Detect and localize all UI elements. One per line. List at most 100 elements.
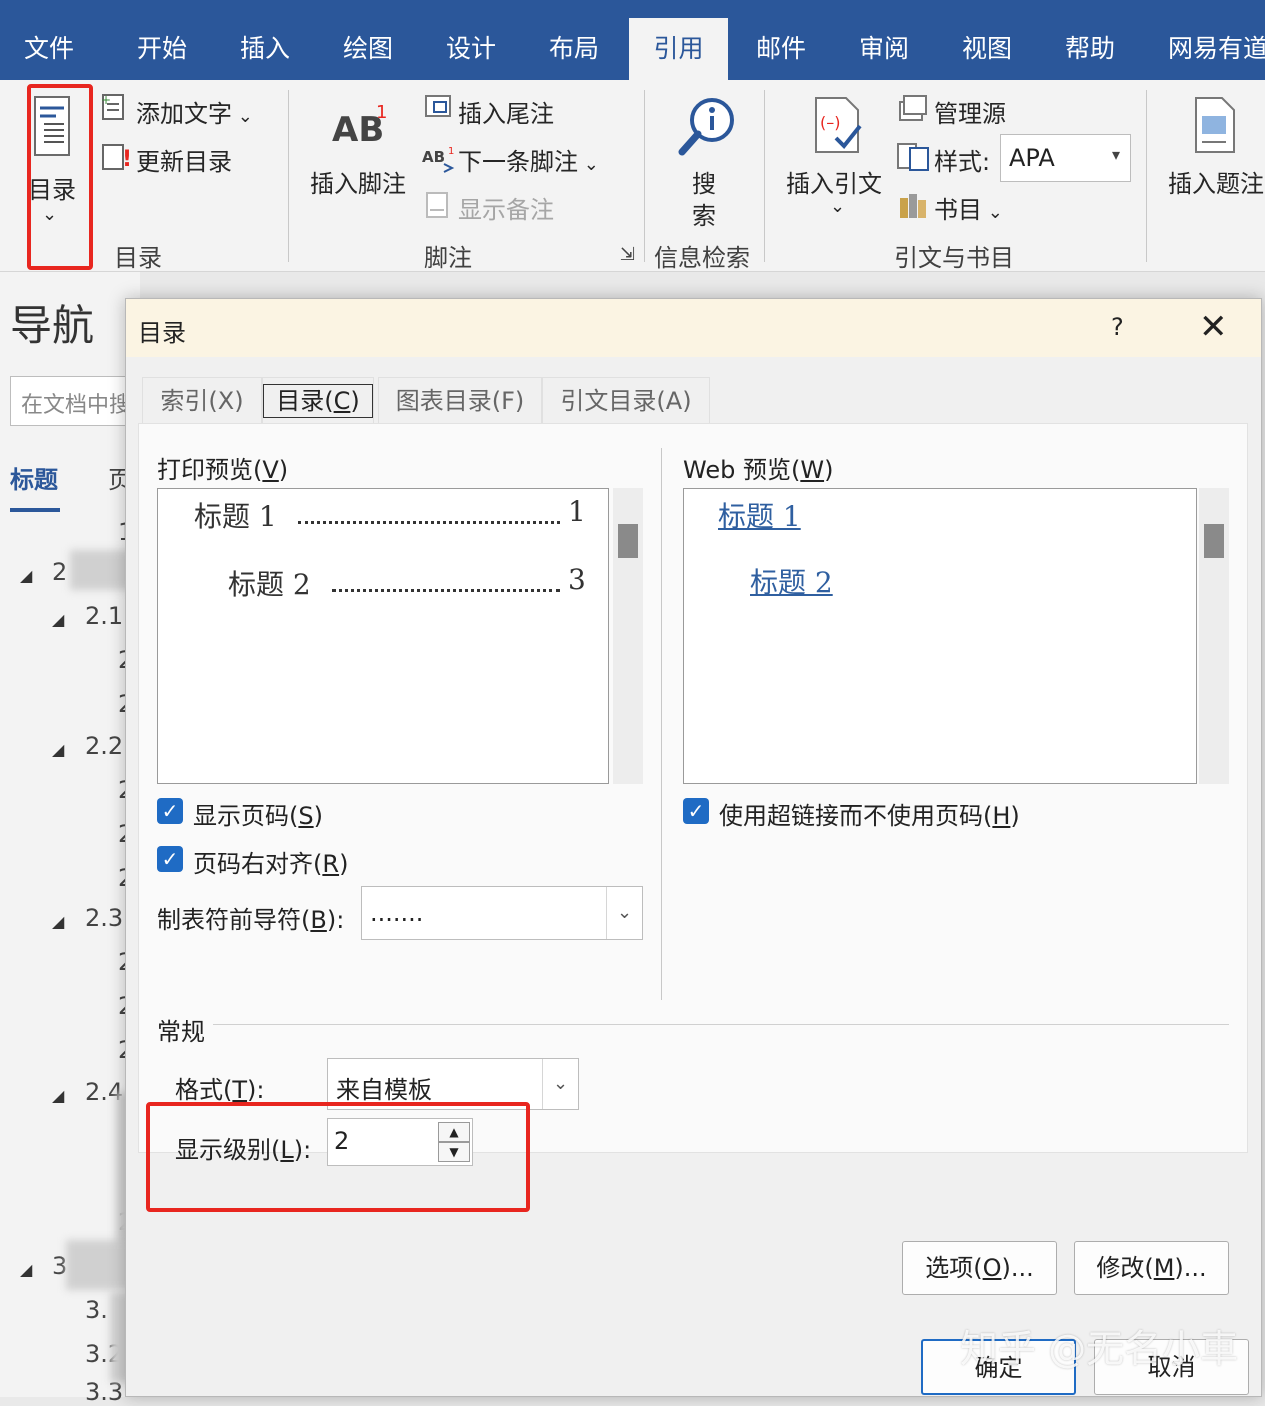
access-key: W	[800, 456, 825, 484]
next-footnote-label: 下一条脚注	[458, 148, 578, 176]
add-text-label: 添加文字	[136, 100, 232, 128]
insert-footnote-label: 插入脚注	[310, 170, 406, 198]
tab-home[interactable]: 开始	[137, 0, 187, 80]
tab-mailings[interactable]: 邮件	[756, 0, 806, 80]
tab-file[interactable]: 文件	[24, 0, 74, 80]
nav-heading-node[interactable]: 2.3	[85, 904, 123, 932]
tab-view[interactable]: 视图	[962, 0, 1012, 80]
options-button[interactable]: 选项(O)...	[902, 1241, 1057, 1295]
web-preview-link[interactable]: 标题 1	[718, 495, 801, 535]
tab-youdao[interactable]: 网易有道	[1168, 0, 1265, 80]
tab-index[interactable]: 索引(X)	[142, 377, 262, 423]
manage-sources-button[interactable]: 管理源	[934, 94, 1006, 129]
tab-leader-dropdown[interactable]: ....... ⌄	[361, 886, 643, 940]
ribbon: 目录 ⌄ + 添加文字 ⌄ ! 更新目录 目录 AB 1 插入脚注 插入尾注 A…	[0, 80, 1265, 272]
add-text-icon: +	[100, 92, 126, 120]
button-text: 修改(	[1096, 1254, 1154, 1282]
help-button[interactable]: ?	[1111, 313, 1124, 341]
update-toc-button[interactable]: 更新目录	[136, 142, 232, 177]
collapse-arrow-icon[interactable]: ◢	[52, 610, 64, 629]
right-align-checkbox[interactable]: ✓	[157, 846, 183, 872]
chevron-down-icon: ⌄	[606, 887, 642, 939]
label-text: )	[339, 850, 349, 878]
button-text: 选项(	[925, 1254, 983, 1282]
tab-design[interactable]: 设计	[446, 0, 496, 80]
show-page-numbers-checkbox[interactable]: ✓	[157, 798, 183, 824]
nav-heading-node[interactable]: 2.2	[85, 732, 123, 760]
access-key: O	[982, 1254, 1002, 1282]
style-value: APA	[1009, 144, 1055, 172]
tab-authorities[interactable]: 引文目录(A)	[542, 377, 710, 423]
add-text-button[interactable]: 添加文字 ⌄	[136, 94, 253, 129]
insert-citation-icon: (–)	[815, 97, 862, 153]
collapse-arrow-icon[interactable]: ◢	[20, 566, 32, 585]
collapse-arrow-icon[interactable]: ◢	[52, 1086, 64, 1105]
close-icon[interactable]: ✕	[1199, 307, 1228, 347]
insert-caption-label: 插入题注	[1168, 170, 1264, 198]
nav-heading-node[interactable]: 3.	[85, 1296, 108, 1324]
manage-sources-icon	[898, 94, 927, 122]
nav-heading-node[interactable]: 2	[52, 558, 67, 586]
nav-heading-node[interactable]: 3	[52, 1252, 67, 1280]
svg-text:(–): (–)	[820, 113, 840, 132]
tab-references[interactable]: 引用	[629, 18, 728, 80]
ribbon-separator	[288, 90, 289, 262]
bibliography-button[interactable]: 书目 ⌄	[934, 190, 1003, 225]
right-align-label: 页码右对齐(R)	[193, 844, 348, 879]
tab-insert[interactable]: 插入	[240, 0, 290, 80]
web-preview-link[interactable]: 标题 2	[750, 561, 833, 601]
print-preview-scrollbar[interactable]	[613, 488, 643, 784]
insert-footnote-button[interactable]: AB 1 插入脚注	[306, 100, 416, 200]
style-dropdown[interactable]: APA ▾	[1000, 134, 1131, 182]
tab-draw[interactable]: 绘图	[343, 0, 393, 80]
show-page-numbers-label: 显示页码(S)	[193, 796, 323, 831]
svg-text:+: +	[101, 93, 111, 107]
bibliography-label: 书目	[934, 196, 982, 224]
search-label-2: 索	[692, 202, 716, 230]
tab-leader-value: .......	[370, 899, 424, 927]
nav-heading-node[interactable]: 2.1	[85, 602, 123, 630]
tab-layout[interactable]: 布局	[549, 0, 599, 80]
tab-help[interactable]: 帮助	[1065, 0, 1115, 80]
nav-heading-node[interactable]: 3.3	[85, 1378, 123, 1406]
modify-button[interactable]: 修改(M)...	[1074, 1241, 1229, 1295]
use-hyperlinks-checkbox[interactable]: ✓	[683, 798, 709, 824]
print-preview-label: 打印预览(V)	[157, 450, 288, 485]
svg-text:1: 1	[448, 146, 454, 157]
scrollbar-thumb[interactable]	[618, 524, 638, 558]
collapse-arrow-icon[interactable]: ◢	[52, 912, 64, 931]
tab-review[interactable]: 审阅	[859, 0, 909, 80]
use-hyperlinks-label: 使用超链接而不使用页码(H)	[719, 796, 1020, 831]
tab-toc-text: 目录(	[276, 387, 334, 415]
general-divider	[213, 1024, 1229, 1025]
next-footnote-button[interactable]: 下一条脚注 ⌄	[458, 142, 599, 177]
collapse-arrow-icon[interactable]: ◢	[52, 740, 64, 759]
insert-citation-label: 插入引文	[786, 170, 882, 198]
panel-divider	[661, 448, 662, 1000]
access-key: V	[262, 456, 279, 484]
print-preview-box[interactable]: 标题 1 1 标题 2 3	[157, 488, 609, 784]
web-preview-box[interactable]: 标题 1 标题 2	[683, 488, 1197, 784]
print-preview-entry: 标题 2	[228, 568, 311, 601]
access-key: H	[992, 802, 1011, 830]
show-notes-icon	[424, 190, 450, 218]
print-preview-entry: 标题 1	[194, 500, 277, 533]
button-text: )...	[1001, 1254, 1034, 1282]
dialog-launcher-icon[interactable]: ⇲	[620, 244, 635, 265]
label-text: )	[313, 802, 323, 830]
insert-caption-button[interactable]: 插入题注	[1164, 96, 1265, 206]
chevron-down-icon: ⌄	[542, 1059, 578, 1109]
insert-citation-button[interactable]: (–) 插入引文 ⌄	[782, 96, 888, 226]
scrollbar-thumb[interactable]	[1204, 524, 1224, 558]
tab-toc[interactable]: 目录(C)	[262, 377, 374, 423]
navigation-pane: 导航 在文档中搜 标题 页 1 ◢ 2 ◢ 2.1 2 2 ◢ 2.2 2 2 …	[0, 272, 150, 1406]
footnote-group-label: 脚注	[424, 244, 472, 272]
show-notes-button[interactable]: 显示备注	[458, 190, 554, 225]
collapse-arrow-icon[interactable]: ◢	[20, 1260, 32, 1279]
nav-tab-headings[interactable]: 标题	[10, 460, 58, 495]
tab-figures[interactable]: 图表目录(F)	[378, 377, 542, 423]
menu-bar: 文件 开始 插入 绘图 设计 布局 引用 邮件 审阅 视图 帮助 网易有道	[0, 0, 1265, 80]
search-button[interactable]: 搜 索	[670, 92, 742, 232]
insert-endnote-button[interactable]: 插入尾注	[458, 94, 554, 129]
web-preview-scrollbar[interactable]	[1199, 488, 1229, 784]
